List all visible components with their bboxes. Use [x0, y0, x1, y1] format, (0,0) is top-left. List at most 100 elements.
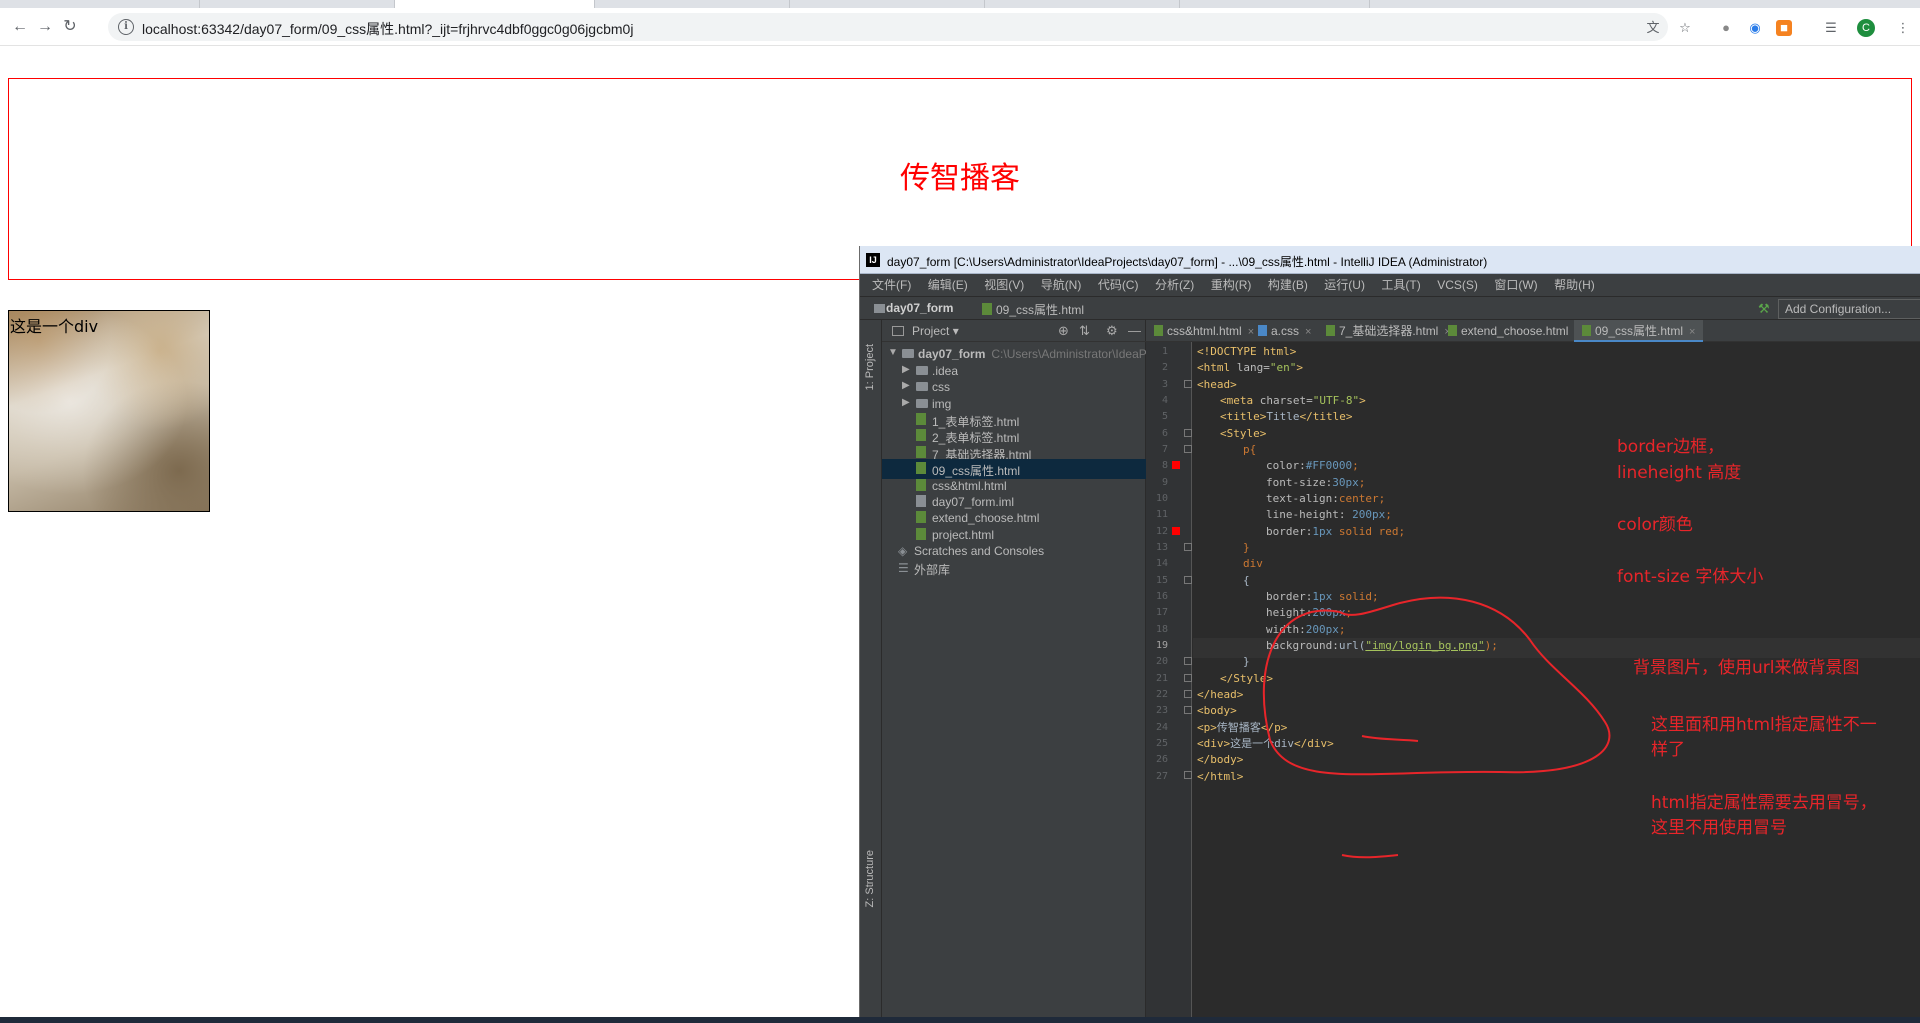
- code-token: width:: [1266, 623, 1306, 636]
- line-number: 18: [1155, 624, 1168, 635]
- hammer-icon[interactable]: ⚒: [1758, 301, 1770, 317]
- project-tool-tab[interactable]: 1: Project: [864, 344, 876, 390]
- annotation-note: border边框，: [1617, 437, 1725, 457]
- browser-tab[interactable]: [0, 0, 200, 8]
- code-token: </head>: [1197, 688, 1244, 701]
- code-token: <body>: [1197, 704, 1237, 717]
- project-panel: Project ▾ ⊕ ⇅ ⚙ — ▼ day07_form C:\Users\A…: [882, 320, 1146, 1023]
- code-token: color:: [1266, 459, 1306, 472]
- fold-icon[interactable]: [1184, 690, 1192, 698]
- editor-tab[interactable]: 7_基础选择器.html×: [1326, 320, 1451, 342]
- file-label: extend_choose.html: [932, 511, 1040, 525]
- extension-icon[interactable]: ●: [1718, 20, 1734, 36]
- expand-arrow-icon[interactable]: ▼: [888, 347, 898, 358]
- gear-icon[interactable]: ⚙: [1106, 323, 1118, 339]
- code-token: center: [1338, 492, 1379, 505]
- forward-icon[interactable]: →: [35, 17, 55, 37]
- annotation-note: html指定属性需要去用冒号，: [1651, 793, 1877, 813]
- html-file-icon: [916, 462, 926, 474]
- browser-tab[interactable]: [595, 0, 790, 8]
- editor-tab[interactable]: css&html.html ×: [1154, 320, 1254, 342]
- menu-vcs[interactable]: VCS(S): [1437, 274, 1478, 296]
- ide-left-tool-strip: 1: Project Z: Structure: [860, 320, 882, 1023]
- fold-icon[interactable]: [1184, 657, 1192, 665]
- close-icon[interactable]: ×: [1305, 326, 1311, 338]
- fold-icon[interactable]: [1184, 706, 1192, 714]
- close-icon[interactable]: ×: [1689, 326, 1695, 338]
- browser-tab-active[interactable]: [395, 0, 595, 8]
- locate-icon[interactable]: ⊕: [1058, 323, 1069, 339]
- html-file-icon: [1154, 325, 1163, 336]
- line-number: 5: [1161, 411, 1168, 422]
- code-line-15: {: [1243, 571, 1250, 591]
- annotation-note: 样了: [1651, 740, 1685, 760]
- star-icon[interactable]: ☆: [1677, 20, 1693, 36]
- expand-arrow-icon[interactable]: ▶: [902, 380, 910, 391]
- browser-tab[interactable]: [790, 0, 985, 8]
- expand-arrow-icon[interactable]: ▶: [902, 397, 910, 408]
- extension-icon[interactable]: ◉: [1747, 20, 1763, 36]
- back-icon[interactable]: ←: [10, 17, 30, 37]
- breadcrumb-project[interactable]: day07_form: [886, 301, 953, 315]
- browser-tab[interactable]: [985, 0, 1180, 8]
- menu-window[interactable]: 窗口(W): [1494, 274, 1537, 296]
- menu-refactor[interactable]: 重构(R): [1211, 274, 1252, 296]
- code-token: charset=: [1259, 394, 1313, 407]
- ide-title-bar[interactable]: IJ day07_form [C:\Users\Administrator\Id…: [860, 246, 1920, 274]
- project-view-dropdown[interactable]: Project ▾: [912, 324, 959, 338]
- extension-icon[interactable]: ☰: [1823, 20, 1839, 36]
- code-token: #FF0000: [1305, 459, 1353, 472]
- browser-tab[interactable]: [1180, 0, 1370, 8]
- menu-help[interactable]: 帮助(H): [1554, 274, 1595, 296]
- structure-tool-tab[interactable]: Z: Structure: [864, 850, 876, 907]
- line-number: 3: [1161, 379, 1168, 390]
- code-editor[interactable]: <!DOCTYPE html> <html lang="en"> <head> …: [1193, 342, 1920, 1023]
- annotation-note: 这里面和用html指定属性不一: [1651, 715, 1877, 735]
- code-token: font-size:: [1266, 476, 1333, 489]
- fold-icon[interactable]: [1184, 543, 1192, 551]
- reload-icon[interactable]: ↻: [60, 17, 80, 37]
- menu-edit[interactable]: 编辑(E): [928, 274, 968, 296]
- translate-icon[interactable]: 文: [1645, 20, 1661, 36]
- menu-view[interactable]: 视图(V): [984, 274, 1024, 296]
- collapse-icon[interactable]: ⇅: [1079, 323, 1090, 339]
- line-number: 27: [1155, 771, 1168, 782]
- line-number: 2: [1161, 362, 1168, 373]
- menu-analyze[interactable]: 分析(Z): [1155, 274, 1194, 296]
- line-number: 22: [1155, 689, 1168, 700]
- extension-icon[interactable]: ■: [1776, 20, 1792, 36]
- fold-icon[interactable]: [1184, 674, 1192, 682]
- html-file-icon: [982, 303, 992, 315]
- code-token: <!DOCTYPE html>: [1197, 345, 1297, 358]
- external-label: 外部库: [914, 563, 951, 577]
- folder-icon: [874, 304, 885, 313]
- editor-tab[interactable]: a.css ×: [1258, 320, 1311, 342]
- fold-icon[interactable]: [1184, 771, 1192, 779]
- address-bar[interactable]: i localhost:63342/day07_form/09_css属性.ht…: [108, 13, 1668, 41]
- menu-icon[interactable]: ⋮: [1895, 20, 1911, 36]
- url-text[interactable]: localhost:63342/day07_form/09_css属性.html…: [142, 19, 633, 39]
- menu-run[interactable]: 运行(U): [1324, 274, 1365, 296]
- editor-tab[interactable]: extend_choose.html×: [1448, 320, 1581, 342]
- expand-arrow-icon[interactable]: ▶: [902, 364, 910, 375]
- menu-file[interactable]: 文件(F): [872, 274, 911, 296]
- breadcrumb-file[interactable]: 09_css属性.html: [996, 301, 1084, 318]
- menu-navigate[interactable]: 导航(N): [1041, 274, 1082, 296]
- menu-tools[interactable]: 工具(T): [1381, 274, 1420, 296]
- editor-tab-active[interactable]: 09_css属性.html ×: [1574, 320, 1704, 342]
- browser-tab[interactable]: [200, 0, 395, 8]
- fold-icon[interactable]: [1184, 445, 1192, 453]
- menu-code[interactable]: 代码(C): [1098, 274, 1139, 296]
- line-number: 1: [1161, 346, 1168, 357]
- css-file-icon: [1258, 325, 1267, 336]
- close-icon[interactable]: ×: [1248, 326, 1254, 338]
- avatar[interactable]: C: [1857, 19, 1875, 37]
- info-icon[interactable]: i: [118, 19, 134, 35]
- fold-icon[interactable]: [1184, 380, 1192, 388]
- fold-icon[interactable]: [1184, 429, 1192, 437]
- hide-icon[interactable]: —: [1128, 323, 1141, 338]
- add-configuration-button[interactable]: Add Configuration...: [1778, 299, 1920, 319]
- tree-external-libs[interactable]: ☰ 外部库: [882, 558, 1146, 578]
- fold-icon[interactable]: [1184, 576, 1192, 584]
- menu-build[interactable]: 构建(B): [1268, 274, 1308, 296]
